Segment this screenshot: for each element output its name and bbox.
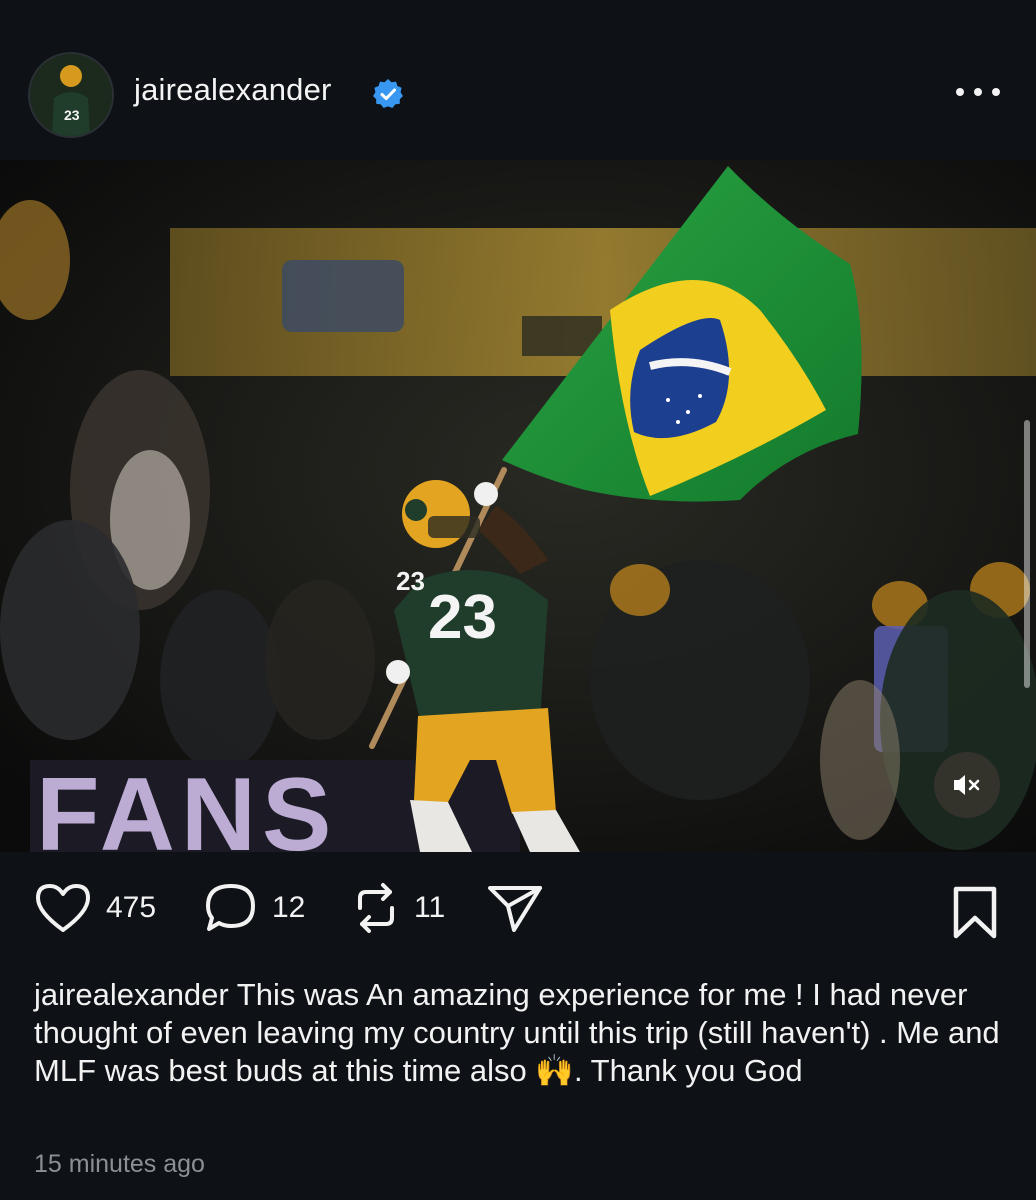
post-photo: FANS 23 23 xyxy=(0,160,1036,852)
avatar-image: 23 xyxy=(30,54,112,136)
post-header: 23 jairealexander xyxy=(0,0,1036,160)
speech-bubble-icon xyxy=(206,884,255,931)
post-media[interactable]: FANS 23 23 xyxy=(0,160,1036,852)
repost-icon xyxy=(358,883,394,933)
more-dot-icon xyxy=(974,88,982,96)
svg-text:FANS: FANS xyxy=(36,757,337,852)
comment-count: 12 xyxy=(272,891,306,924)
bookmark-icon[interactable] xyxy=(950,886,1000,940)
profile-avatar[interactable]: 23 xyxy=(28,52,114,138)
caption-username[interactable]: jairealexander xyxy=(34,977,229,1012)
svg-text:23: 23 xyxy=(396,566,425,596)
more-dot-icon xyxy=(956,88,964,96)
mute-toggle-button[interactable] xyxy=(934,752,1000,818)
post-username[interactable]: jairealexander xyxy=(134,72,332,108)
more-dot-icon xyxy=(992,88,1000,96)
repost-count: 11 xyxy=(414,891,446,924)
svg-text:23: 23 xyxy=(428,583,497,652)
more-options-button[interactable] xyxy=(956,84,1000,100)
comment-button[interactable]: 12 xyxy=(204,882,305,934)
repost-button[interactable]: 11 xyxy=(352,882,445,934)
volume-muted-icon xyxy=(954,775,980,795)
like-button[interactable]: 475 xyxy=(34,882,156,934)
post-actions: 475 12 11 xyxy=(0,852,1036,972)
send-icon xyxy=(488,886,542,932)
post-caption: jairealexander This was An amazing exper… xyxy=(34,976,1006,1090)
like-count: 475 xyxy=(106,891,157,924)
verified-badge-icon xyxy=(373,79,403,108)
heart-icon xyxy=(36,884,90,932)
svg-text:23: 23 xyxy=(64,107,80,123)
share-button[interactable] xyxy=(486,882,544,934)
media-scrollbar[interactable] xyxy=(1024,420,1030,688)
post-timestamp: 15 minutes ago xyxy=(34,1150,205,1178)
